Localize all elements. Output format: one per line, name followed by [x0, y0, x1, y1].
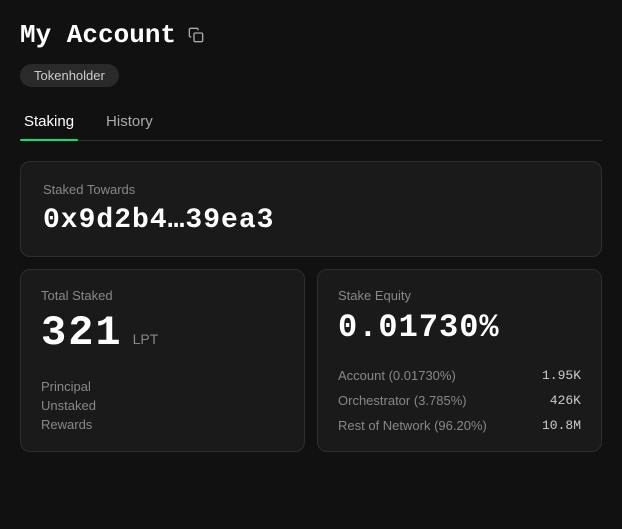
copy-icon — [188, 27, 204, 43]
rewards-label: Rewards — [41, 417, 284, 432]
tabs-container: Staking History — [20, 105, 602, 141]
equity-network-label: Rest of Network (96.20%) — [338, 418, 487, 433]
copy-button[interactable] — [186, 25, 206, 45]
equity-account-value: 1.95K — [542, 368, 581, 383]
total-staked-label: Total Staked — [41, 288, 284, 303]
equity-rows: Account (0.01730%) 1.95K Orchestrator (3… — [338, 368, 581, 433]
stake-equity-value: 0.01730% — [338, 309, 581, 346]
total-staked-card: Total Staked 321 LPT Principal Unstaked … — [20, 269, 305, 452]
tokenholder-badge: Tokenholder — [20, 64, 119, 87]
equity-orchestrator-value: 426K — [550, 393, 581, 408]
stats-row: Total Staked 321 LPT Principal Unstaked … — [20, 269, 602, 452]
page-title: My Account — [20, 20, 176, 50]
equity-account-label: Account (0.01730%) — [338, 368, 456, 383]
stake-equity-card: Stake Equity 0.01730% Account (0.01730%)… — [317, 269, 602, 452]
breakdown-list: Principal Unstaked Rewards — [41, 379, 284, 432]
equity-row-network: Rest of Network (96.20%) 10.8M — [338, 418, 581, 433]
lpt-unit: LPT — [133, 331, 159, 347]
equity-orchestrator-label: Orchestrator (3.785%) — [338, 393, 467, 408]
equity-network-value: 10.8M — [542, 418, 581, 433]
equity-row-orchestrator: Orchestrator (3.785%) 426K — [338, 393, 581, 408]
tab-staking[interactable]: Staking — [20, 105, 78, 140]
staked-towards-card: Staked Towards 0x9d2b4…39ea3 — [20, 161, 602, 257]
total-staked-value: 321 — [41, 309, 123, 357]
stake-equity-label: Stake Equity — [338, 288, 581, 303]
staked-towards-label: Staked Towards — [43, 182, 579, 197]
equity-row-account: Account (0.01730%) 1.95K — [338, 368, 581, 383]
staked-towards-address: 0x9d2b4…39ea3 — [43, 205, 579, 236]
total-staked-value-row: 321 LPT — [41, 309, 284, 357]
header-row: My Account — [20, 20, 602, 50]
principal-label: Principal — [41, 379, 284, 394]
tab-history[interactable]: History — [102, 105, 157, 140]
unstaked-label: Unstaked — [41, 398, 284, 413]
